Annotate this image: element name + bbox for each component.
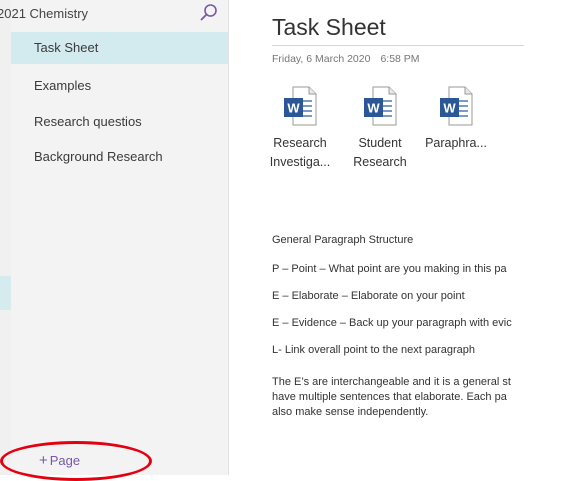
word-doc-icon: W [364,86,397,126]
page-item-task-sheet[interactable]: Task Sheet [11,32,228,64]
attachment-label-line2: Investiga... [269,155,331,169]
structure-heading[interactable]: General Paragraph Structure [272,234,413,246]
word-doc-icon: W [284,86,317,126]
page-item-label: Research questios [34,114,142,129]
structure-line-elaborate[interactable]: E – Elaborate – Elaborate on your point [272,290,465,302]
page-list-pane: 2021 Chemistry Task Sheet Examples Resea… [0,0,229,475]
page-item-background-research[interactable]: Background Research [11,141,228,173]
page-item-label: Task Sheet [34,40,99,55]
page-time: 6:58 PM [380,53,420,65]
search-icon[interactable] [198,2,220,24]
structure-line-link[interactable]: L- Link overall point to the next paragr… [272,344,475,356]
attachment-label-line2: Research [353,155,407,169]
attachment-label-line1: Research [273,136,327,150]
paragraph-line: also make sense independently. [272,406,429,418]
page-item-label: Background Research [34,149,163,164]
attachment-label-line1: Paraphra... [425,136,487,150]
page-item-examples[interactable]: Examples [11,70,228,102]
structure-line-evidence[interactable]: E – Evidence – Back up your paragraph wi… [272,317,512,329]
svg-text:W: W [367,101,380,116]
title-divider [272,45,524,46]
page-item-label: Examples [34,78,92,93]
notebook-title[interactable]: 2021 Chemistry [0,6,88,21]
svg-text:W: W [443,101,456,116]
attachment-research-investigation[interactable]: W Research Investiga... [260,86,340,172]
page-timestamp: Friday, 6 March 2020 6:58 PM [272,53,420,65]
attachment-label-line1: Student [358,136,402,150]
page-title[interactable]: Task Sheet [272,14,386,41]
explanation-paragraph[interactable]: The E’s are interchangeable and it is a … [272,375,511,420]
page-content: Task Sheet Friday, 6 March 2020 6:58 PM W… [228,0,562,475]
structure-line-point[interactable]: P – Point – What point are you making in… [272,263,507,275]
word-doc-icon: W [440,86,473,126]
page-item-research-questios[interactable]: Research questios [11,106,228,138]
selected-section-tab[interactable] [0,276,11,310]
attachment-student-research[interactable]: W Student Research [340,86,420,172]
paragraph-line: The E’s are interchangeable and it is a … [272,376,511,388]
red-highlight-circle [0,441,152,481]
paragraph-line: have multiple sentences that elaborate. … [272,391,507,403]
notebook-header: 2021 Chemistry [0,0,228,28]
attachment-paraphrasing[interactable]: W Paraphra... [416,86,496,153]
page-date: Friday, 6 March 2020 [272,53,371,65]
svg-text:W: W [287,101,300,116]
